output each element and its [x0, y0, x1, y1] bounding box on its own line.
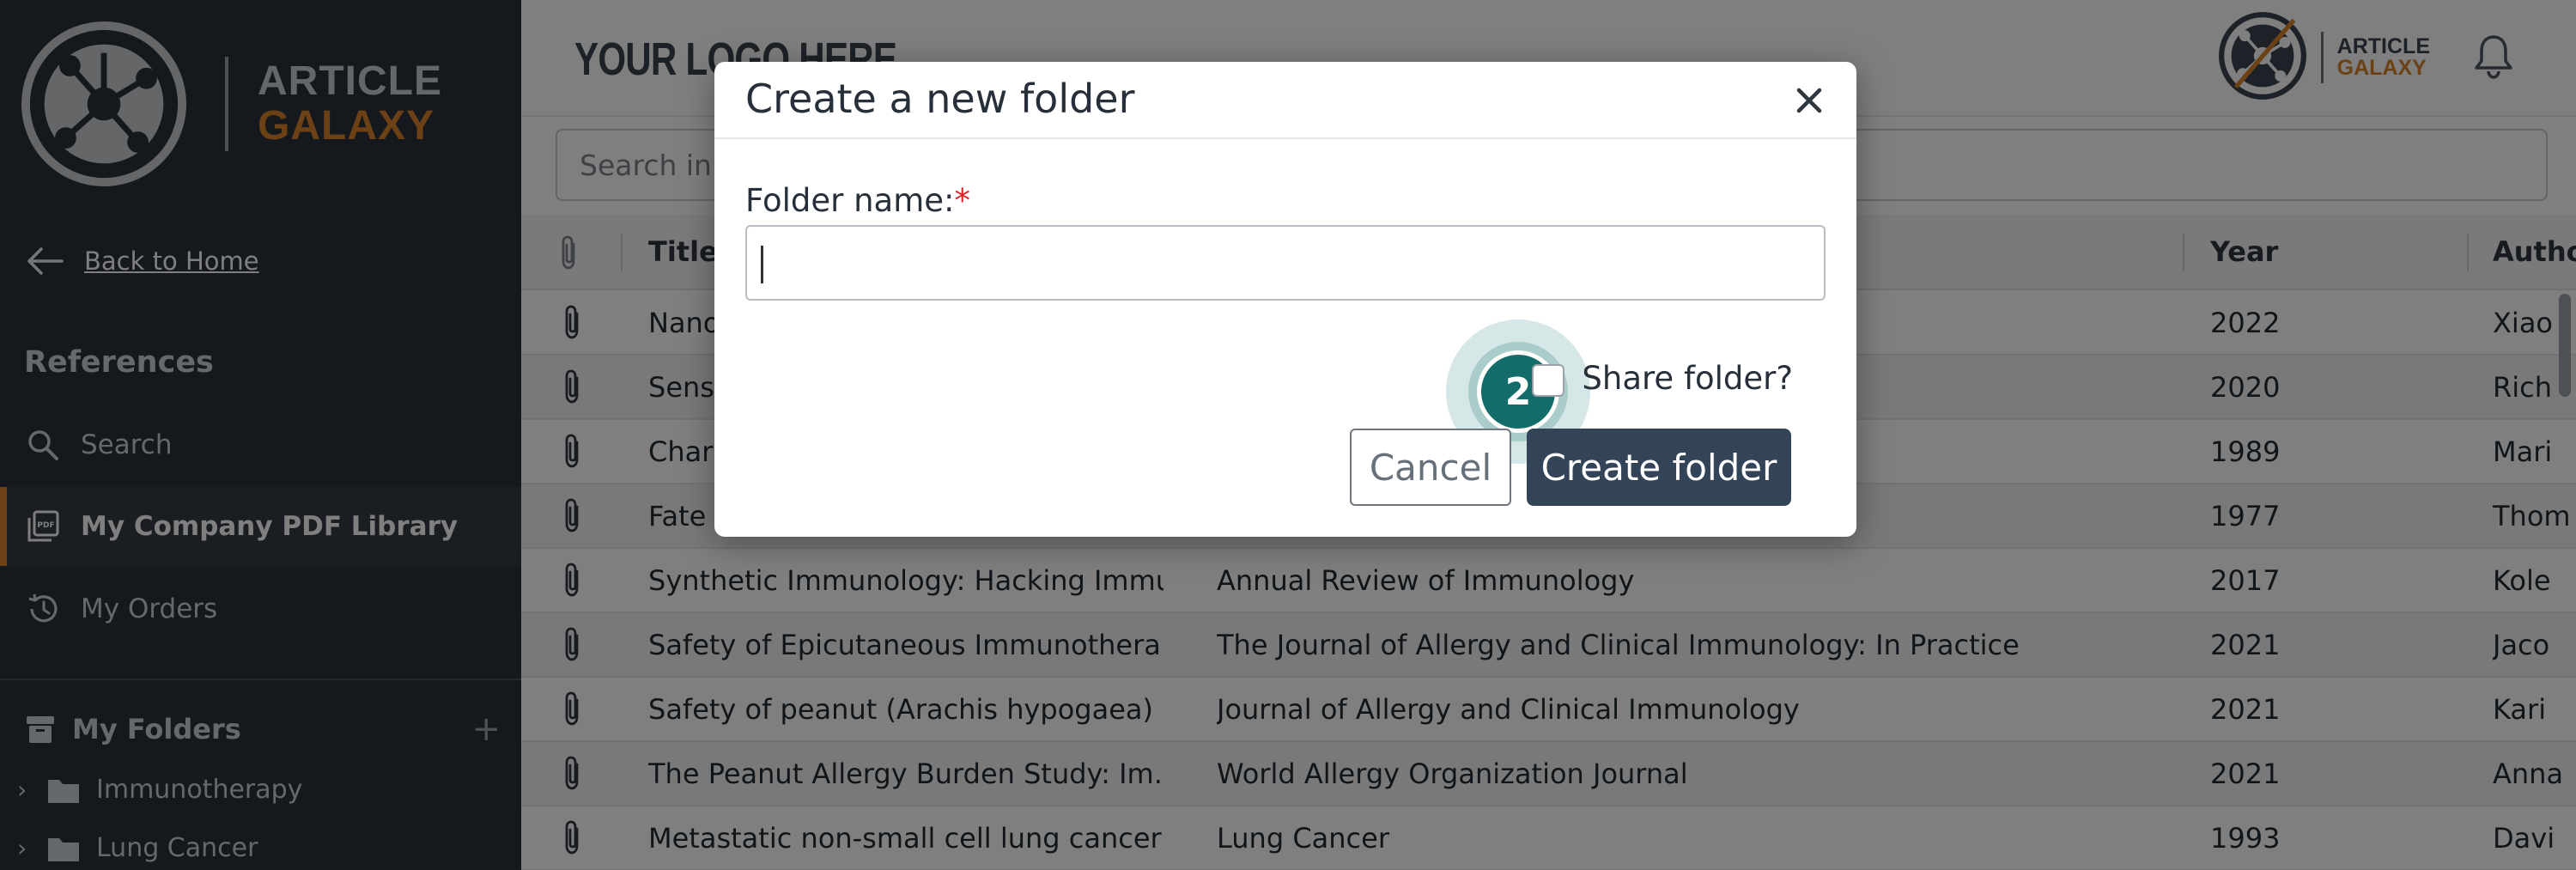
folder-name-label-text: Folder name:: [745, 182, 955, 219]
text-caret: [761, 246, 763, 283]
folder-name-input[interactable]: [747, 227, 1824, 299]
dialog-header: Create a new folder: [714, 62, 1856, 139]
share-folder-label: Share folder?: [1582, 359, 1793, 397]
create-folder-dialog: Create a new folder Folder name:* 2 Shar…: [714, 62, 1856, 537]
share-folder-checkbox[interactable]: [1532, 364, 1565, 397]
close-button[interactable]: [1788, 79, 1831, 122]
create-folder-button[interactable]: Create folder: [1527, 429, 1791, 506]
close-icon: [1796, 88, 1822, 113]
dialog-title: Create a new folder: [745, 76, 1135, 122]
share-folder-option[interactable]: Share folder?: [1532, 359, 1793, 397]
folder-name-label: Folder name:*: [745, 182, 970, 219]
folder-name-field[interactable]: [745, 225, 1826, 301]
cancel-button[interactable]: Cancel: [1350, 429, 1511, 506]
required-mark: *: [954, 182, 971, 219]
